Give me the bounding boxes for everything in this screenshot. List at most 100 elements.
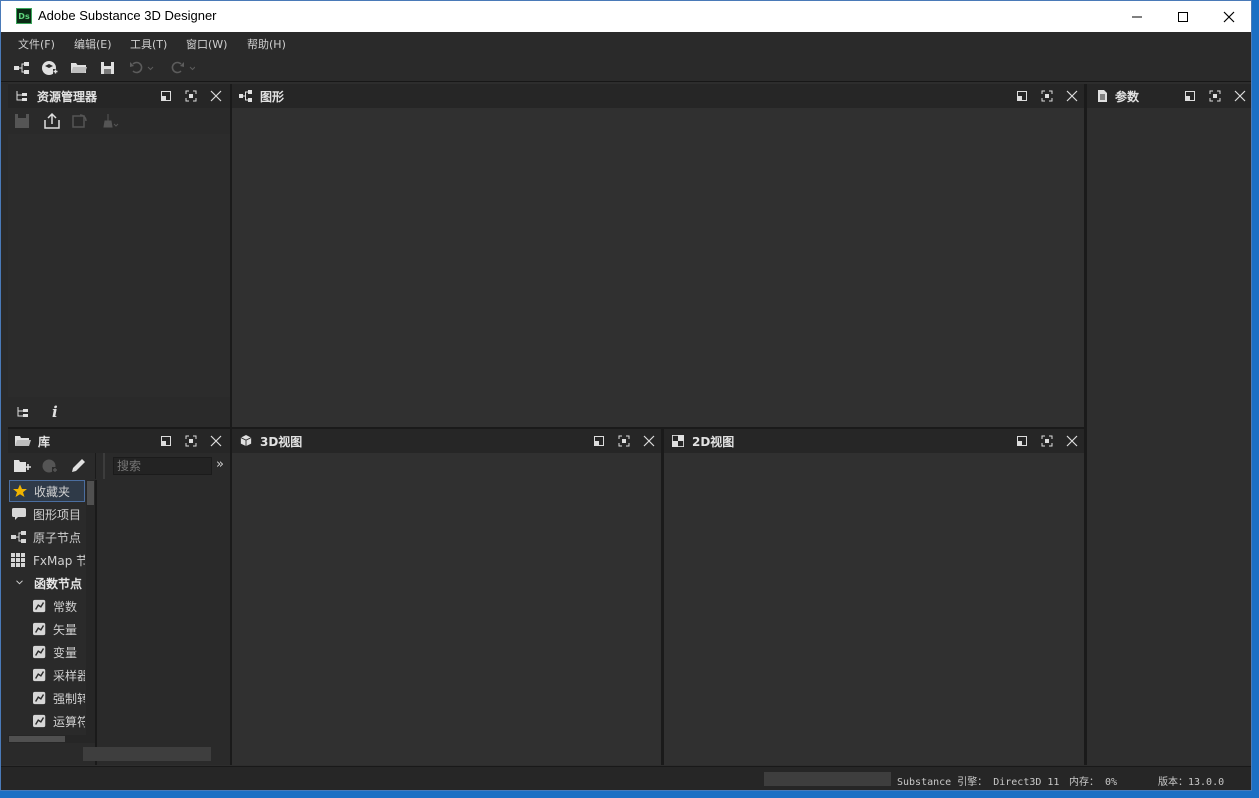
info-icon[interactable]: i: [52, 403, 58, 421]
tree-icon: [16, 91, 27, 101]
list-item-favorites[interactable]: 收藏夹: [9, 480, 85, 502]
maximize-button[interactable]: [1160, 1, 1206, 32]
view3d-panel: 3D视图: [232, 429, 661, 765]
menu-edit[interactable]: 编辑(E): [74, 36, 112, 52]
view2d-header: 2D视图: [664, 429, 1084, 453]
list-item-label: 原子节点: [33, 530, 82, 545]
menu-file[interactable]: 文件(F): [18, 36, 55, 52]
minimize-button[interactable]: [1114, 1, 1160, 32]
maximize-panel-icon[interactable]: [185, 90, 197, 102]
list-item-label: 强制转: [53, 691, 85, 706]
maximize-icon: [1178, 11, 1188, 22]
export-icon[interactable]: [43, 112, 61, 130]
pencil-icon[interactable]: [69, 457, 87, 475]
undo-icon[interactable]: [129, 60, 155, 76]
explorer-tree[interactable]: [8, 134, 230, 397]
maximize-panel-icon[interactable]: [1209, 90, 1221, 102]
reload-icon[interactable]: [72, 113, 88, 129]
list-item-vectors[interactable]: 矢量: [33, 618, 77, 640]
menu-window[interactable]: 窗口(W): [186, 36, 227, 52]
function-icon: [33, 622, 46, 636]
float-icon[interactable]: [1016, 435, 1028, 447]
close-panel-icon[interactable]: [643, 435, 655, 447]
list-item-label: 收藏夹: [34, 484, 71, 499]
list-item-label: 矢量: [53, 622, 78, 637]
expand-more-button[interactable]: »: [216, 457, 224, 472]
close-panel-icon[interactable]: [210, 435, 222, 447]
graph-icon: [239, 90, 252, 102]
list-item-label: 函数节点: [34, 576, 83, 591]
float-icon[interactable]: [1184, 90, 1196, 102]
new-package-icon[interactable]: [41, 60, 59, 76]
save-package-icon[interactable]: [14, 113, 30, 129]
menu-bar: 文件(F) 编辑(E) 工具(T) 窗口(W) 帮助(H): [1, 32, 1251, 54]
graph-canvas[interactable]: [232, 108, 1084, 427]
close-panel-icon[interactable]: [1066, 90, 1078, 102]
view3d-header: 3D视图: [232, 429, 661, 453]
list-item-variables[interactable]: 变量: [33, 641, 77, 663]
horizontal-splitter[interactable]: [8, 427, 1084, 429]
progress-bar: [764, 772, 891, 786]
folder-icon: [15, 436, 31, 446]
list-item-atomic-nodes[interactable]: 原子节点: [11, 526, 81, 548]
function-icon: [33, 691, 46, 705]
category-scrollbar[interactable]: [86, 480, 95, 735]
maximize-panel-icon[interactable]: [185, 435, 197, 447]
list-item-graph-items[interactable]: 图形项目: [11, 503, 81, 525]
new-folder-icon[interactable]: [13, 458, 31, 474]
float-icon[interactable]: [593, 435, 605, 447]
graph-header: 图形: [232, 84, 1084, 108]
menu-help[interactable]: 帮助(H): [247, 36, 286, 52]
vertical-splitter[interactable]: [230, 84, 232, 765]
maximize-panel-icon[interactable]: [1041, 90, 1053, 102]
maximize-panel-icon[interactable]: [618, 435, 630, 447]
redo-icon[interactable]: [169, 60, 195, 76]
maximize-panel-icon[interactable]: [1041, 435, 1053, 447]
view2d-title: 2D视图: [692, 435, 735, 449]
view3d-viewport[interactable]: [232, 453, 661, 765]
clean-icon[interactable]: [101, 113, 119, 129]
close-panel-icon[interactable]: [1234, 90, 1246, 102]
function-icon: [33, 645, 46, 659]
explorer-header: 资源管理器: [8, 84, 230, 108]
function-icon: [33, 599, 46, 613]
close-panel-icon[interactable]: [1066, 435, 1078, 447]
list-item-samplers[interactable]: 采样器: [33, 664, 85, 686]
hscrollbar-thumb[interactable]: [9, 736, 65, 742]
graph-title: 图形: [260, 90, 285, 104]
close-button[interactable]: [1206, 1, 1251, 32]
app-window: Ds Adobe Substance 3D Designer 文件(F) 编辑(…: [0, 0, 1252, 791]
list-item-fxmap-nodes[interactable]: FxMap 节: [11, 549, 85, 571]
close-panel-icon[interactable]: [210, 90, 222, 102]
thumbnail-size-slider[interactable]: [83, 747, 211, 761]
version-status: 版本：13.0.0: [1158, 777, 1225, 788]
list-item-constants[interactable]: 常数: [33, 595, 77, 617]
menu-tools[interactable]: 工具(T): [130, 36, 167, 52]
list-item-label: 常数: [53, 599, 78, 614]
library-panel: 库 » 收藏夹 图形项目 原子: [8, 429, 230, 765]
vertical-splitter[interactable]: [661, 429, 664, 765]
category-hscrollbar[interactable]: [8, 735, 95, 743]
explorer-footer: i: [8, 397, 230, 427]
scrollbar-thumb[interactable]: [87, 481, 94, 505]
library-category-list: 收藏夹 图形项目 原子节点 FxMap 节 函数节点 常数 矢量 变量 采样 强…: [8, 480, 85, 735]
list-item-casts[interactable]: 强制转: [33, 687, 85, 709]
open-folder-icon[interactable]: [70, 60, 88, 76]
save-icon[interactable]: [99, 60, 117, 76]
document-icon: [1098, 90, 1107, 102]
tree-view-icon[interactable]: [16, 406, 30, 418]
new-graph-icon[interactable]: [13, 60, 31, 76]
graph-panel: 图形: [232, 84, 1084, 427]
float-icon[interactable]: [160, 90, 172, 102]
library-search-input[interactable]: [113, 457, 212, 475]
list-item-function-nodes[interactable]: 函数节点: [15, 572, 82, 594]
view2d-viewport[interactable]: [664, 453, 1084, 765]
list-item-operators[interactable]: 运算符: [33, 710, 85, 732]
engine-status: Substance 引擎： Direct3D 11: [897, 777, 1060, 788]
library-resource-area[interactable]: [97, 480, 230, 743]
float-icon[interactable]: [160, 435, 172, 447]
grid-icon: [11, 553, 25, 567]
vertical-splitter[interactable]: [1084, 84, 1087, 765]
float-icon[interactable]: [1016, 90, 1028, 102]
add-resource-icon[interactable]: [41, 458, 59, 474]
